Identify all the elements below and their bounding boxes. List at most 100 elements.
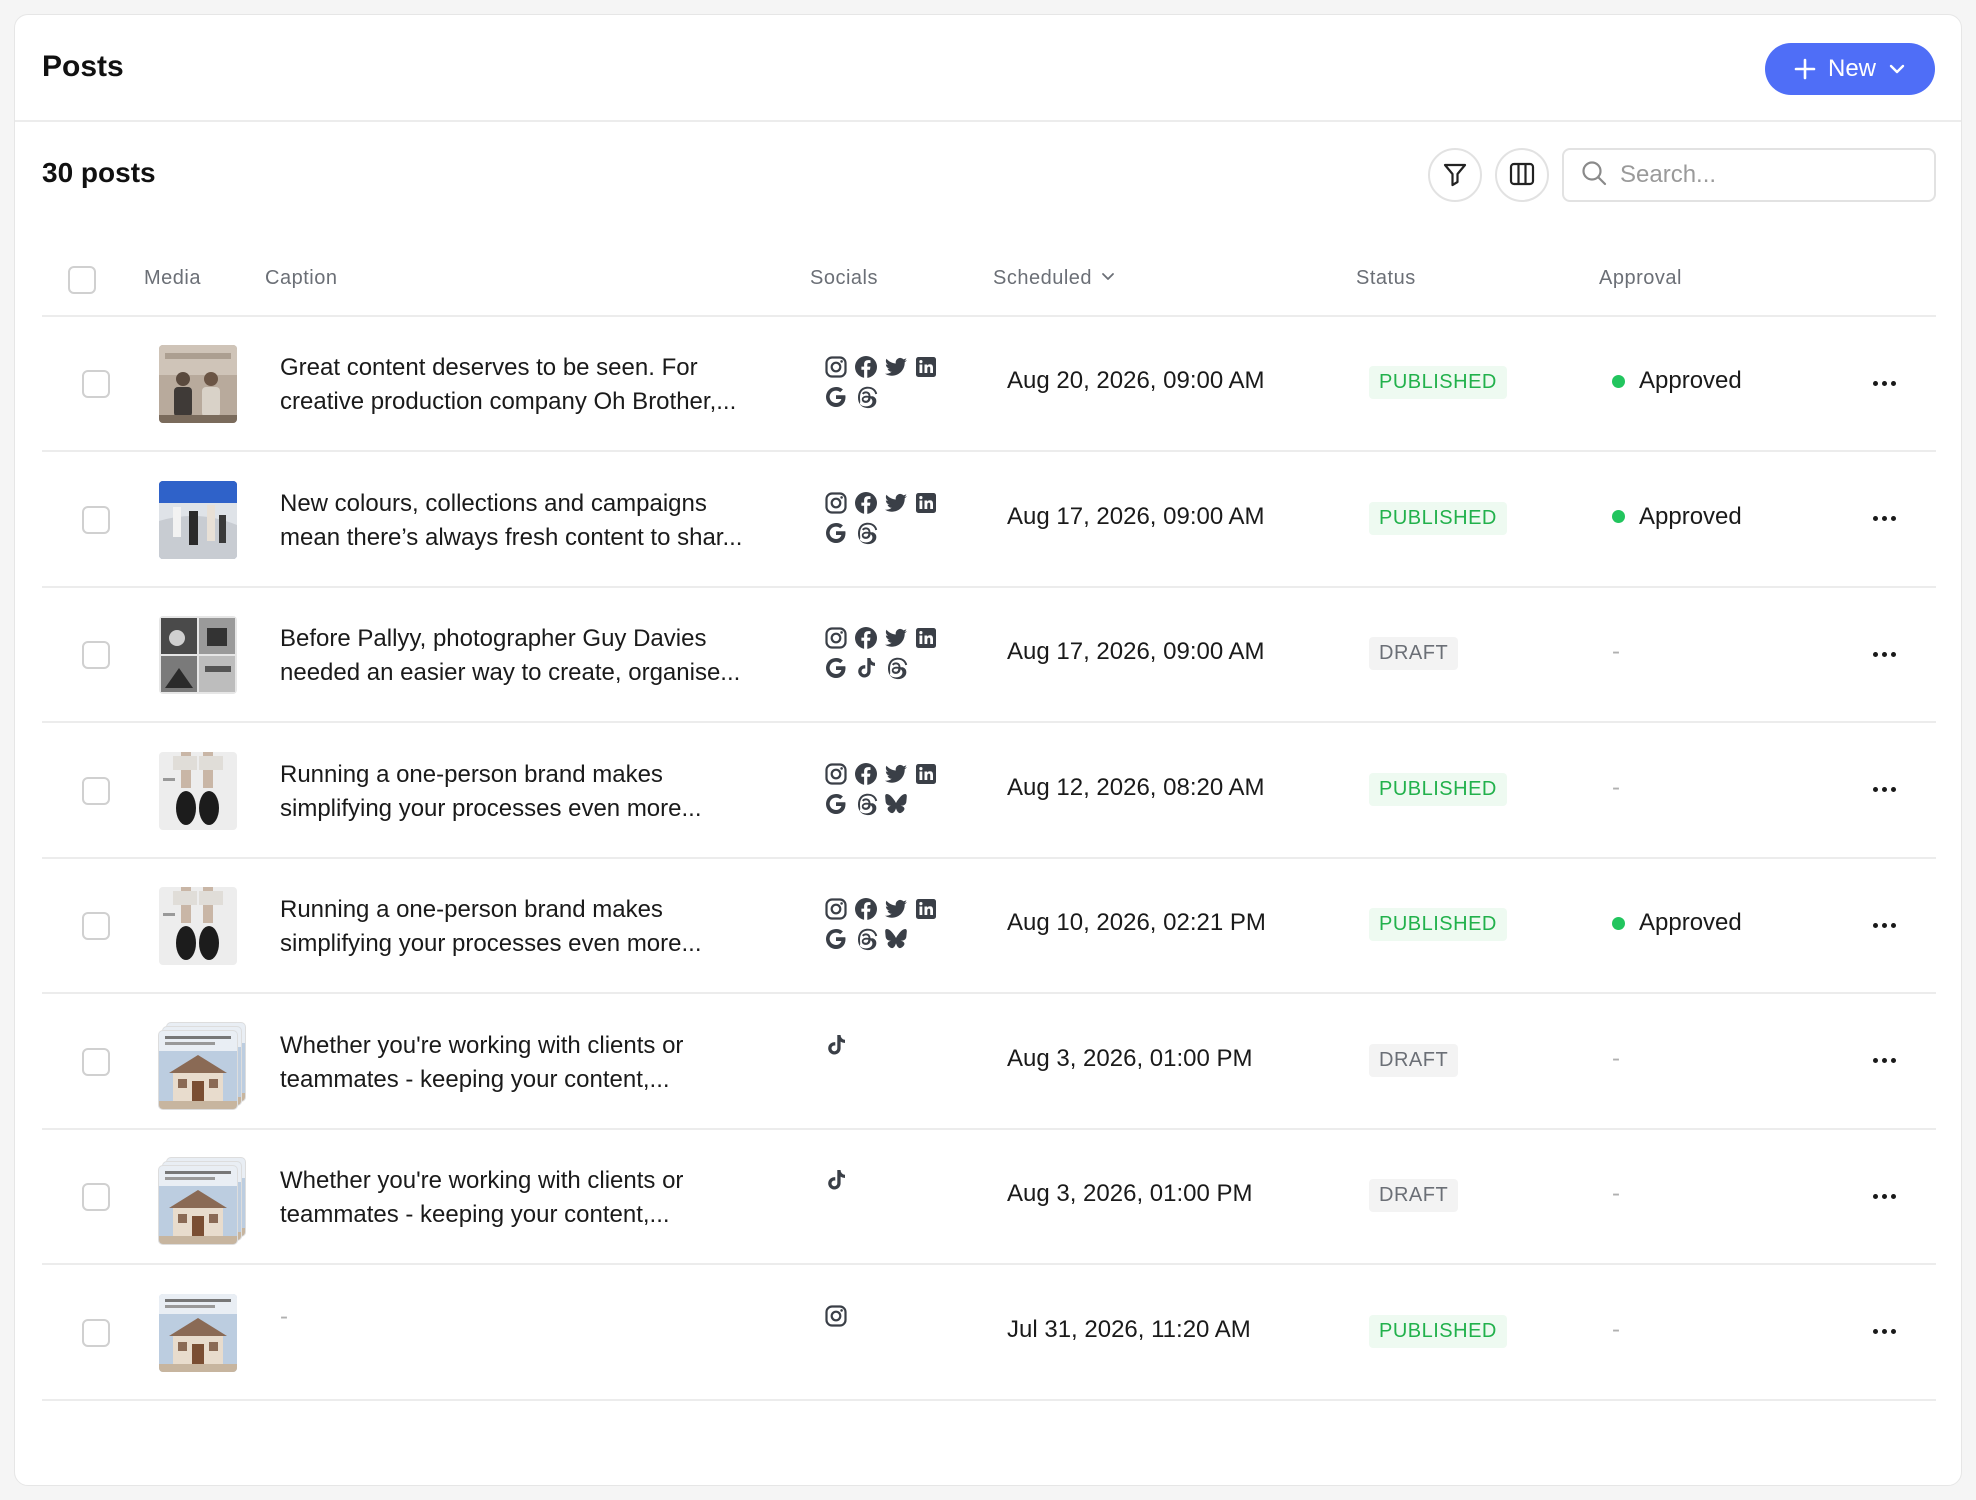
row-checkbox[interactable] — [82, 1047, 110, 1076]
columns-button[interactable] — [1495, 148, 1549, 202]
approval-text: Approved — [1639, 502, 1742, 530]
instagram-icon: instagram-icon — [824, 1304, 848, 1328]
columns-icon — [1508, 160, 1536, 191]
more-dots-icon — [1872, 651, 1878, 657]
column-header-media: Media — [144, 267, 201, 289]
twitter-icon: twitter-icon — [884, 491, 908, 515]
linkedin-icon: linkedin-icon — [914, 355, 938, 379]
caption-cell[interactable]: Whether you're working with clients or te… — [280, 1029, 800, 1097]
search-box[interactable] — [1562, 148, 1936, 202]
scheduled-cell: Jul 31, 2026, 11:20 AM — [1007, 1315, 1251, 1343]
socials-cell: instagram-iconfacebook-icontwitter-iconl… — [824, 897, 954, 951]
caption-line: simplifying your processes even more... — [280, 930, 702, 957]
more-dots-icon — [1872, 1058, 1878, 1063]
threads-icon: threads-icon — [854, 792, 878, 816]
media-thumbnail[interactable] — [159, 1293, 237, 1372]
google-icon: google-icon — [824, 792, 848, 816]
row-checkbox[interactable] — [82, 1183, 110, 1211]
status-badge: PUBLISHED — [1369, 772, 1507, 806]
approval-text: - — [1612, 773, 1620, 801]
approval-cell: Approved — [1612, 503, 1742, 531]
table-row[interactable]: Whether you're working with clients or te… — [42, 995, 1936, 1130]
caption-cell[interactable]: New colours, collections and campaigns me… — [280, 487, 800, 555]
caption-line: teammates - keeping your content,... — [280, 1201, 670, 1228]
caption-cell[interactable]: Whether you're working with clients or te… — [280, 1164, 800, 1232]
media-cell — [159, 887, 239, 967]
approval-cell: - — [1612, 1045, 1620, 1073]
tiktok-icon: tiktok-icon — [854, 656, 878, 680]
table-row[interactable]: - instagram-icon Jul 31, 2026, 11:20 AM PUB… — [42, 1266, 1936, 1401]
row-checkbox[interactable] — [82, 370, 110, 398]
caption-line: teammates - keeping your content,... — [280, 1065, 670, 1093]
select-all-checkbox[interactable] — [68, 266, 96, 294]
approved-dot — [1612, 510, 1625, 523]
media-cell — [159, 616, 239, 696]
new-button-label: New — [1827, 55, 1876, 82]
approval-cell: Approved — [1612, 367, 1742, 395]
table-row[interactable]: Running a one-person brand makes simplify… — [42, 724, 1936, 859]
media-thumbnail[interactable] — [159, 1166, 237, 1244]
caption-cell[interactable]: - — [280, 1300, 800, 1334]
more-actions-button[interactable] — [1864, 638, 1904, 670]
twitter-icon: twitter-icon — [884, 897, 908, 921]
status-badge: PUBLISHED — [1369, 366, 1507, 399]
more-dots-icon — [1872, 1193, 1878, 1199]
instagram-icon: instagram-icon — [824, 626, 848, 650]
approval-cell: - — [1612, 1316, 1620, 1344]
linkedin-icon: linkedin-icon — [914, 626, 938, 650]
table-row[interactable]: Great content deserves to be seen. For cr… — [42, 317, 1936, 452]
new-post-button[interactable]: New — [1765, 43, 1935, 95]
row-checkbox[interactable] — [82, 912, 110, 940]
table-row[interactable]: Whether you're working with clients or te… — [42, 1130, 1936, 1265]
linkedin-icon: linkedin-icon — [914, 762, 938, 786]
approval-cell: - — [1612, 638, 1620, 666]
google-icon: google-icon — [824, 385, 848, 409]
media-thumbnail[interactable] — [159, 345, 237, 423]
more-actions-button[interactable] — [1864, 503, 1904, 535]
threads-icon: threads-icon — [854, 521, 878, 545]
threads-icon: threads-icon — [884, 656, 908, 680]
row-checkbox[interactable] — [82, 1318, 110, 1347]
table-row[interactable]: Running a one-person brand makes simplify… — [42, 859, 1936, 994]
column-header-scheduled[interactable]: Scheduled — [993, 267, 1116, 290]
more-actions-button[interactable] — [1864, 367, 1904, 399]
search-input[interactable] — [1620, 161, 1910, 189]
more-actions-button[interactable] — [1864, 774, 1904, 806]
media-thumbnail[interactable] — [159, 1030, 237, 1109]
caption-cell[interactable]: Great content deserves to be seen. For cr… — [280, 351, 800, 419]
scheduled-cell: Aug 3, 2026, 01:00 PM — [1007, 1044, 1253, 1072]
instagram-icon: instagram-icon — [824, 897, 848, 921]
facebook-icon: facebook-icon — [854, 626, 878, 650]
twitter-icon: twitter-icon — [884, 762, 908, 786]
more-actions-button[interactable] — [1864, 909, 1904, 941]
table-row[interactable]: Before Pallyy, photographer Guy Davies ne… — [42, 588, 1936, 723]
caption-line: Whether you're working with clients or — [280, 1031, 684, 1059]
more-dots-icon — [1890, 380, 1896, 386]
caption-cell[interactable]: Running a one-person brand makes simplify… — [280, 893, 800, 961]
table-row[interactable]: New colours, collections and campaigns me… — [42, 453, 1936, 588]
more-actions-button[interactable] — [1864, 1316, 1904, 1348]
row-checkbox[interactable] — [82, 505, 110, 534]
approval-text: - — [1612, 1044, 1620, 1072]
caption-cell[interactable]: Before Pallyy, photographer Guy Davies ne… — [280, 622, 800, 690]
more-dots-icon — [1890, 787, 1896, 792]
column-header-caption: Caption — [265, 267, 338, 289]
tiktok-icon: tiktok-icon — [824, 1168, 848, 1192]
more-actions-button[interactable] — [1864, 1180, 1904, 1212]
row-checkbox[interactable] — [82, 641, 110, 669]
more-actions-button[interactable] — [1864, 1045, 1904, 1077]
filter-button[interactable] — [1428, 148, 1482, 202]
caption-cell[interactable]: Running a one-person brand makes simplify… — [280, 758, 800, 826]
more-dots-icon — [1890, 1058, 1896, 1063]
row-checkbox[interactable] — [82, 776, 110, 805]
media-thumbnail[interactable] — [159, 616, 237, 694]
plus-icon — [1794, 58, 1816, 80]
media-thumbnail[interactable] — [159, 751, 237, 830]
more-dots-icon — [1881, 787, 1887, 792]
threads-icon: threads-icon — [854, 385, 878, 409]
media-thumbnail[interactable] — [159, 887, 237, 965]
approval-text: - — [1612, 1180, 1620, 1207]
media-thumbnail[interactable] — [159, 480, 237, 559]
more-dots-icon — [1890, 1193, 1896, 1199]
approved-dot — [1612, 916, 1625, 930]
